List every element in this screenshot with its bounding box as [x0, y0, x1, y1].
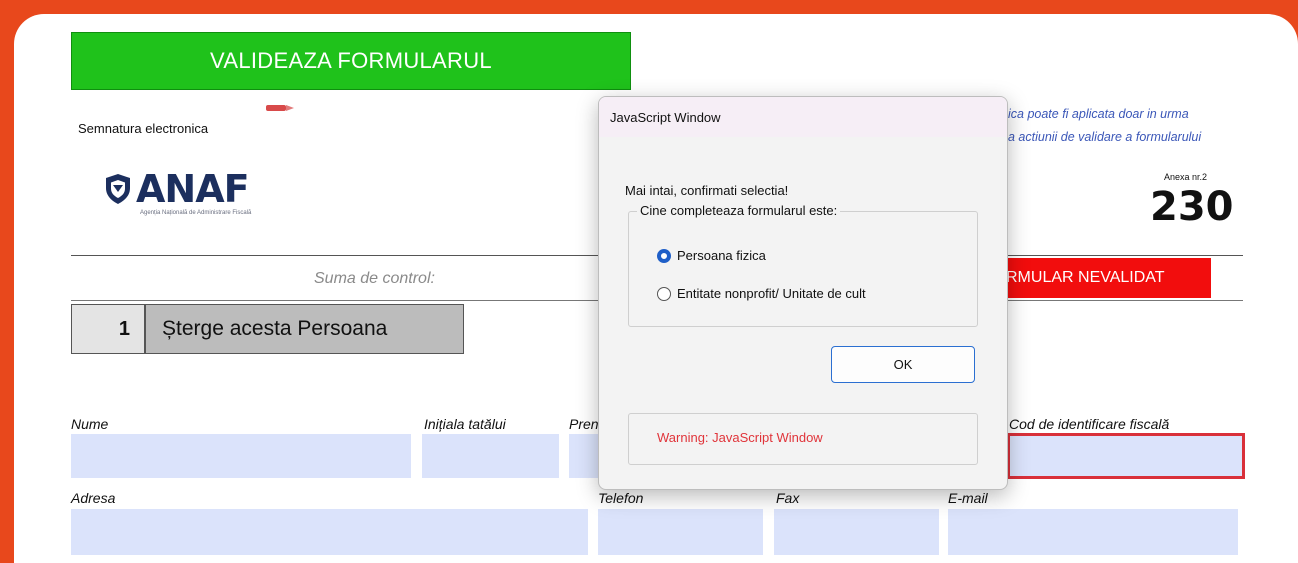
control-sum-label: Suma de control: — [314, 270, 435, 287]
form-number: 230 — [1150, 184, 1234, 230]
dialog-message: Mai intai, confirmati selectia! — [625, 183, 789, 198]
warning-box: Warning: JavaScript Window — [628, 413, 978, 465]
logo-subtitle: Agenția Națională de Administrare Fiscal… — [140, 210, 252, 216]
signature-note-line2: a actiunii de validare a formularului — [1008, 130, 1202, 144]
pen-icon — [266, 105, 294, 111]
name-label: Nume — [71, 416, 109, 432]
signature-label: Semnatura electronica — [78, 121, 209, 136]
father-initial-label: Inițiala tatălui — [424, 416, 506, 432]
email-label: E-mail — [948, 490, 988, 506]
email-field[interactable] — [948, 509, 1238, 555]
warning-text: Warning: JavaScript Window — [657, 430, 823, 445]
dialog-title: JavaScript Window — [610, 110, 721, 125]
radio-selected-icon[interactable] — [657, 248, 671, 263]
phone-field[interactable] — [598, 509, 763, 555]
fiscal-code-label: Cod de identificare fiscală — [1009, 416, 1170, 432]
selection-group: Cine completeaza formularul este: Persoa… — [628, 203, 978, 327]
phone-label: Telefon — [598, 490, 644, 506]
javascript-dialog: JavaScript Window Mai intai, confirmati … — [598, 96, 1008, 490]
status-badge: RMULAR NEVALIDAT — [994, 258, 1211, 298]
person-number: 1 — [71, 304, 145, 354]
signature-note-line1: ica poate fi aplicata doar in urma — [1008, 107, 1189, 121]
anaf-logo: ANAF — [104, 167, 250, 211]
dialog-title-bar: JavaScript Window — [599, 97, 1007, 137]
option-label: Entitate nonprofit/ Unitate de cult — [677, 286, 866, 301]
address-field[interactable] — [71, 509, 588, 555]
father-initial-field[interactable] — [422, 434, 559, 478]
fiscal-code-field[interactable] — [1007, 433, 1245, 479]
option-persoana-fizica[interactable]: Persoana fizica — [657, 248, 766, 263]
address-label: Adresa — [71, 490, 116, 506]
form-page: VALIDEAZA FORMULARUL Semnatura electroni… — [14, 14, 1298, 563]
logo-wordmark: ANAF — [136, 167, 250, 211]
delete-person-button[interactable]: Șterge acesta Persoana — [145, 304, 464, 354]
ok-button[interactable]: OK — [831, 346, 975, 383]
option-entitate-nonprofit[interactable]: Entitate nonprofit/ Unitate de cult — [657, 286, 866, 301]
option-label: Persoana fizica — [677, 248, 766, 263]
radio-unselected-icon[interactable] — [657, 286, 671, 301]
annex-label: Anexa nr.2 — [1164, 172, 1208, 182]
fax-field[interactable] — [774, 509, 939, 555]
shield-icon — [106, 174, 130, 204]
fax-label: Fax — [776, 490, 800, 506]
validate-form-button[interactable]: VALIDEAZA FORMULARUL — [71, 32, 631, 90]
name-field[interactable] — [71, 434, 411, 478]
first-name-label: Pren — [569, 416, 599, 432]
selection-group-label: Cine completeaza formularul este: — [637, 203, 841, 218]
signature-note: ica poate fi aplicata doar in urma a act… — [1008, 103, 1298, 149]
